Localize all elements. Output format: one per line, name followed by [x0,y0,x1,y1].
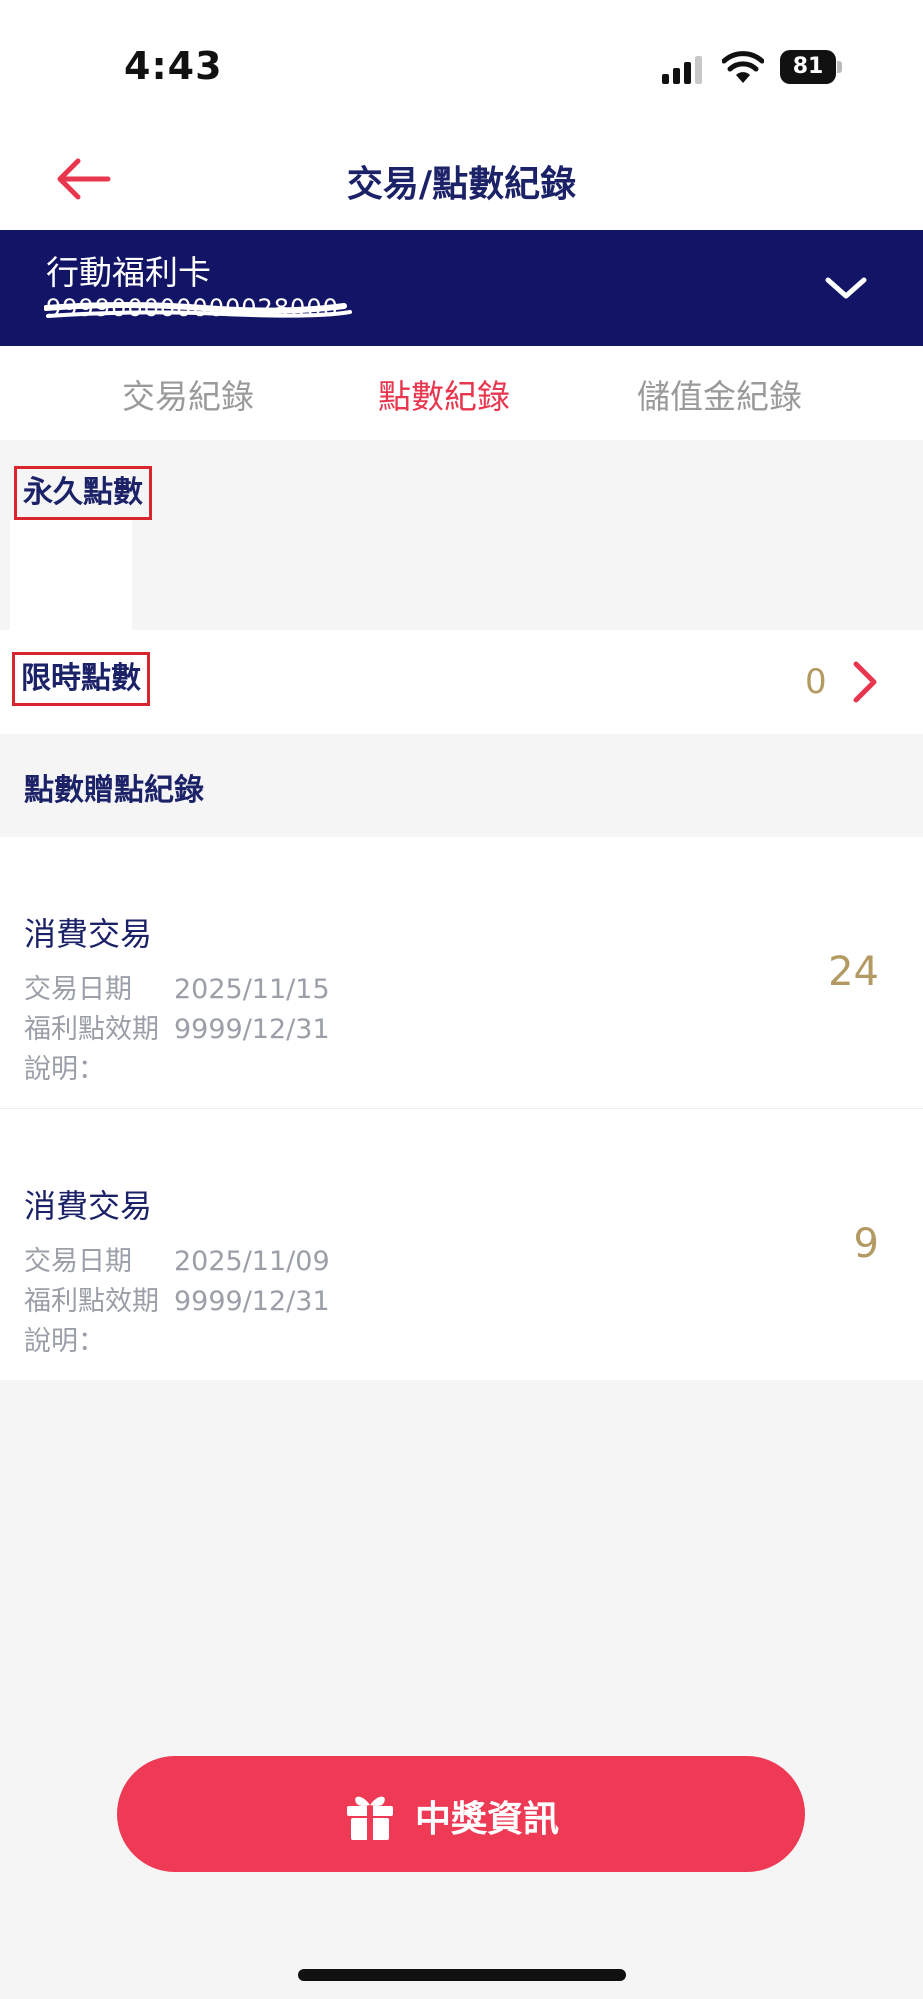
battery-icon: 81 [780,50,842,84]
gift-record-heading: 點數贈點紀錄 [24,773,204,808]
wifi-icon [722,51,764,83]
limited-points-row[interactable]: 限時點數 0 [0,630,923,734]
record-expiry-line: 福利點效期 9999/12/31 [24,1007,330,1046]
home-indicator[interactable] [298,1969,626,1981]
tab-points-record[interactable]: 點數紀錄 [374,370,514,418]
permanent-points-section: 永久點數 [0,440,923,630]
card-name: 行動福利卡 [46,253,211,292]
record-expiry-line: 福利點效期 9999/12/31 [24,1279,330,1318]
limited-points-label: 限時點數 [12,652,150,706]
record-date: 2025/11/09 [174,1246,330,1277]
list-item: 消費交易 交易日期 2025/11/15 福利點效期 9999/12/31 說明： … [0,837,923,1108]
page-title: 交易/點數紀錄 [346,164,577,205]
tab-bar: 交易紀錄 點數紀錄 儲值金紀錄 [0,346,923,440]
card-selector[interactable]: 行動福利卡 999900000000028000 [0,230,923,346]
redaction-patch [10,520,132,630]
record-expiry: 9999/12/31 [174,1286,330,1317]
record-points: 9 [853,1221,879,1267]
gift-icon [347,1796,393,1840]
record-date-label: 交易日期 [24,1246,132,1277]
tab-stored-value-record[interactable]: 儲值金紀錄 [632,370,807,418]
cellular-signal-icon [662,56,702,84]
list-item: 消費交易 交易日期 2025/11/09 福利點效期 9999/12/31 說明： … [0,1108,923,1379]
record-description-label: 說明： [24,1326,105,1357]
record-points: 24 [828,949,879,995]
record-expiry-label: 福利點效期 [24,1014,159,1045]
record-title: 消費交易 [24,915,153,953]
tab-transaction-record[interactable]: 交易紀錄 [118,370,258,418]
points-record-screen: 4:43 81 交易/點數紀錄 行動福利卡 999900000000028000 [0,0,923,1999]
record-date-line: 交易日期 2025/11/15 [24,967,330,1006]
permanent-points-label: 永久點數 [14,466,152,520]
prize-info-label: 中獎資訊 [415,1799,560,1840]
points-record-list: 消費交易 交易日期 2025/11/15 福利點效期 9999/12/31 說明： … [0,837,923,1380]
record-title: 消費交易 [24,1187,153,1225]
header: 交易/點數紀錄 [0,135,923,230]
prize-info-button[interactable]: 中獎資訊 [117,1756,805,1872]
redaction-scribble [44,302,352,318]
status-time: 4:43 [124,44,223,88]
battery-level: 81 [792,54,824,79]
record-description-label: 說明： [24,1054,105,1085]
limited-points-value: 0 [805,662,827,702]
record-expiry: 9999/12/31 [174,1014,330,1045]
chevron-right-icon [853,661,877,703]
record-date-line: 交易日期 2025/11/09 [24,1239,330,1278]
record-date: 2025/11/15 [174,974,330,1005]
record-expiry-label: 福利點效期 [24,1286,159,1317]
record-date-label: 交易日期 [24,974,132,1005]
status-bar: 4:43 81 [0,0,923,135]
chevron-down-icon[interactable] [822,270,870,306]
